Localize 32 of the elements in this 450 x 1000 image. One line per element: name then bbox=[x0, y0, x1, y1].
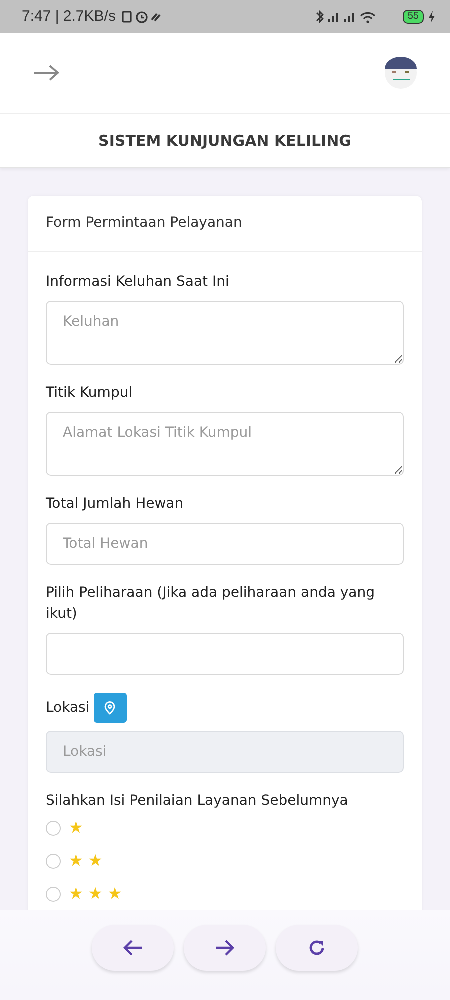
arrow-right-icon bbox=[214, 939, 236, 957]
input-field[interactable]: Total Hewan bbox=[46, 523, 404, 565]
radio-button[interactable] bbox=[46, 854, 61, 868]
field-label: Informasi Keluhan Saat Ini bbox=[46, 273, 230, 292]
star-label[interactable]: ★ ★ bbox=[69, 853, 103, 869]
status-icons bbox=[120, 10, 162, 24]
rating-label: Silahkan Isi Penilaian Layanan Sebelumnya bbox=[46, 792, 350, 811]
back-button[interactable] bbox=[92, 925, 174, 971]
arrow-left-icon bbox=[122, 939, 144, 957]
radio-button[interactable] bbox=[46, 886, 61, 902]
arrow-right-icon[interactable] bbox=[32, 64, 62, 82]
text-area[interactable]: Alamat Lokasi Titik Kumpul bbox=[46, 412, 404, 476]
forward-button[interactable] bbox=[184, 925, 266, 971]
form-title: Form Permintaan Pelayanan bbox=[46, 215, 242, 231]
map-pin-icon bbox=[103, 701, 118, 715]
field-label: Pilih Peliharaan (Jika ada peliharaan anda yang ikut) bbox=[46, 584, 376, 624]
refresh-icon bbox=[307, 938, 327, 958]
star-label[interactable]: ★ ★ ★ bbox=[69, 886, 122, 902]
charging-icon bbox=[428, 10, 436, 24]
star-label[interactable]: ★ bbox=[69, 820, 84, 836]
app-title: SISTEM KUNJUNGAN KELILING bbox=[98, 132, 352, 150]
radio-button[interactable] bbox=[46, 820, 61, 836]
field-label: Titik Kumpul bbox=[46, 384, 134, 403]
refresh-button[interactable] bbox=[276, 925, 358, 971]
battery-level: 55 bbox=[402, 10, 424, 24]
text-area[interactable]: Keluhan bbox=[46, 301, 404, 365]
field-label: Total Jumlah Hewan bbox=[46, 495, 185, 514]
field-label: Lokasi bbox=[46, 698, 90, 718]
status-time: 7:47 | 2.7KB/s bbox=[22, 8, 116, 25]
input-field[interactable] bbox=[46, 633, 404, 675]
avatar-icon[interactable] bbox=[384, 55, 418, 91]
location-button[interactable] bbox=[94, 693, 127, 723]
